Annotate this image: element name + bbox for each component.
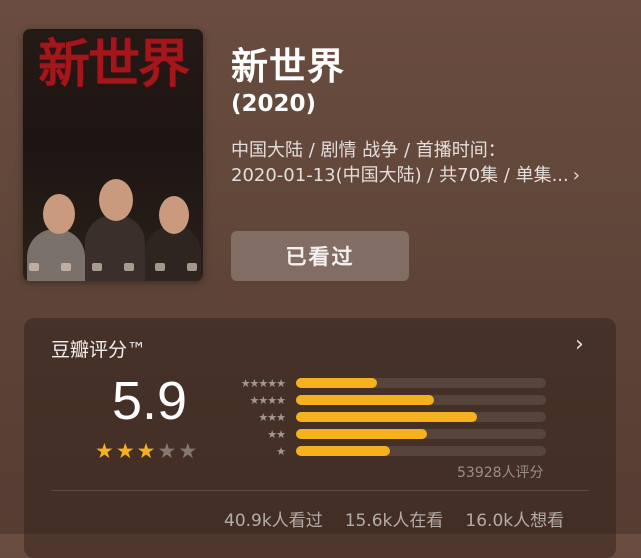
poster-title: 新世界: [37, 34, 190, 95]
four-star-icon: ★★★★: [249, 393, 286, 407]
distribution-bar: [296, 446, 390, 456]
poster-face-center: [99, 179, 133, 221]
want-to-watch-count[interactable]: 16.0k人想看: [465, 506, 564, 531]
distribution-bar: [296, 412, 478, 422]
distribution-bar: [296, 395, 434, 405]
three-star-icon: ★★★: [258, 410, 286, 424]
poster-image[interactable]: 新世界: [23, 29, 203, 281]
rating-count: 53928人评分: [457, 465, 544, 481]
five-star-icon: ★★★★★: [240, 376, 286, 390]
poster-logo-strip: [29, 263, 197, 273]
star-icon: ★: [95, 439, 114, 463]
chevron-right-icon[interactable]: ›: [575, 332, 584, 357]
distribution-bar-track: [296, 395, 546, 405]
rating-stars: ★ ★ ★ ★ ★: [95, 441, 197, 462]
rating-card[interactable]: 豆瓣评分™ › 5.9 ★ ★ ★ ★ ★ ★★★★★ ★★★★ ★★★ ★★ …: [24, 318, 616, 558]
distribution-row: ★★★: [221, 410, 546, 424]
release-year: (2020): [231, 91, 317, 117]
distribution-bar: [296, 429, 428, 439]
star-icon: ★: [178, 439, 198, 463]
distribution-row: ★★★★: [221, 393, 546, 407]
meta-line-1: 中国大陆 / 剧情 战争 / 首播时间：: [231, 140, 506, 161]
watching-count[interactable]: 15.6k人在看: [345, 506, 444, 531]
rating-score: 5.9: [112, 371, 188, 431]
star-icon: ★: [115, 439, 135, 463]
distribution-row: ★★★★★: [221, 376, 546, 390]
distribution-bar-track: [296, 429, 546, 439]
poster-face-left: [43, 194, 75, 234]
meta-line-2: 2020-01-13(中国大陆) / 共70集 / 单集...: [231, 165, 569, 186]
distribution-row: ★★: [221, 427, 546, 441]
watch-stats: 40.9k人看过 15.6k人在看 16.0k人想看: [224, 506, 564, 531]
page-title: 新世界: [231, 45, 345, 88]
poster-figure-left: [27, 229, 85, 281]
distribution-bar-track: [296, 412, 546, 422]
poster-face-right: [159, 196, 189, 234]
watched-button[interactable]: 已看过: [231, 231, 409, 281]
two-star-icon: ★★: [267, 427, 286, 441]
star-icon: ★: [136, 439, 156, 463]
one-star-icon: ★: [276, 444, 286, 458]
rating-section-title: 豆瓣评分™: [51, 339, 147, 361]
star-icon: ★: [157, 439, 177, 463]
distribution-bar: [296, 378, 378, 388]
divider: [51, 490, 589, 491]
movie-meta[interactable]: 中国大陆 / 剧情 战争 / 首播时间： 2020-01-13(中国大陆) / …: [231, 138, 611, 188]
distribution-row: ★: [221, 444, 546, 458]
watched-count[interactable]: 40.9k人看过: [224, 506, 323, 531]
chevron-right-icon: ›: [572, 165, 580, 186]
distribution-bar-track: [296, 378, 546, 388]
distribution-bar-track: [296, 446, 546, 456]
